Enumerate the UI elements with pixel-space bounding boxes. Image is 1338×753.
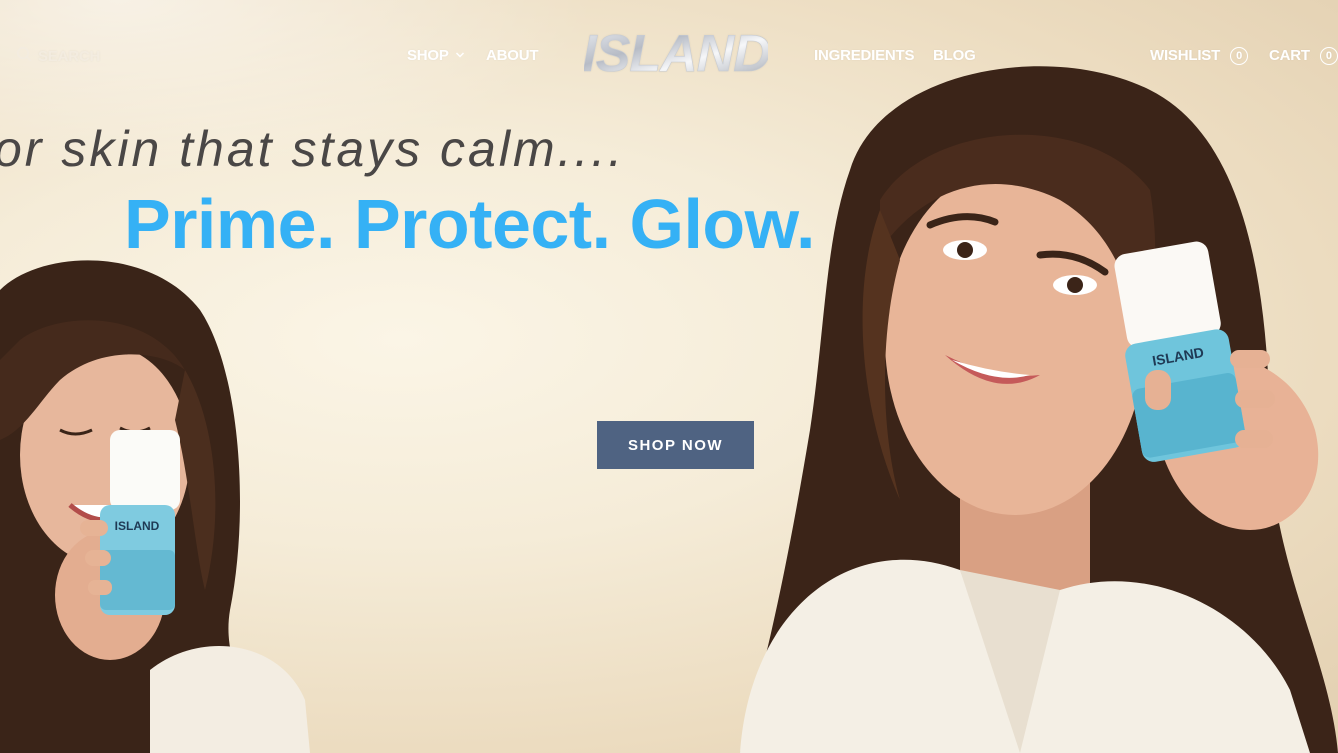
model-photo-left: ISLAND — [0, 250, 320, 753]
chevron-down-icon — [455, 46, 465, 66]
nav-shop-label: SHOP — [407, 47, 449, 64]
nav-blog-label: BLOG — [933, 47, 976, 64]
cart-label: CART — [1269, 47, 1310, 64]
wishlist-count-badge: 0 — [1230, 47, 1249, 65]
search-label: SEARCH — [38, 48, 101, 65]
search-icon — [16, 46, 32, 68]
wishlist-label: WISHLIST — [1150, 47, 1221, 64]
top-navigation: SEARCH SHOP ABOUT ISLAND INGREDIENTS BLO… — [0, 0, 1338, 110]
wishlist-link[interactable]: WISHLIST 0 — [1150, 46, 1249, 66]
nav-about-label: ABOUT — [486, 47, 539, 64]
nav-ingredients-label: INGREDIENTS — [814, 47, 915, 64]
shop-now-button[interactable]: SHOP NOW — [597, 421, 754, 469]
hero-tagline: or skin that stays calm.... — [0, 121, 626, 177]
cart-link[interactable]: CART 0 — [1269, 46, 1338, 66]
model-photo-right: ISLAND — [730, 50, 1338, 753]
hero-headline: Prime. Protect. Glow. — [124, 185, 815, 263]
nav-about[interactable]: ABOUT — [486, 46, 539, 66]
product-left-logo: ISLAND — [115, 519, 160, 533]
search-link[interactable]: SEARCH — [16, 46, 100, 68]
nav-ingredients[interactable]: INGREDIENTS — [814, 46, 915, 66]
nav-shop[interactable]: SHOP — [407, 46, 465, 66]
cart-count-badge: 0 — [1319, 47, 1338, 65]
logo-wordmark: ISLAND — [584, 26, 768, 78]
hero-banner: SEARCH SHOP ABOUT ISLAND INGREDIENTS BLO… — [0, 0, 1338, 753]
nav-blog[interactable]: BLOG — [933, 46, 976, 66]
brand-logo[interactable]: ISLAND — [582, 25, 772, 84]
